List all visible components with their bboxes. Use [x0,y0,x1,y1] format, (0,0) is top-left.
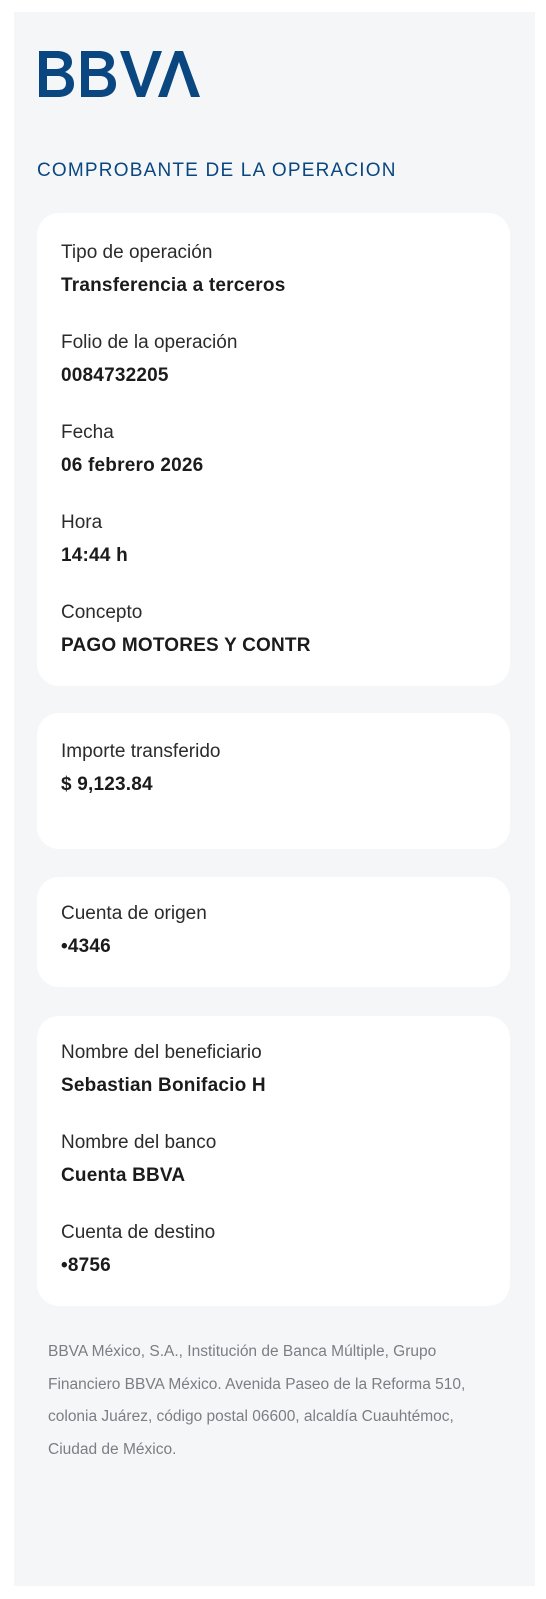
destination-account-value: •8756 [61,1255,111,1276]
destination-account-field: Cuenta de destino •8756 [61,1221,215,1278]
date-label: Fecha [61,422,114,443]
date-value: 06 febrero 2026 [61,455,204,476]
destination-account-label: Cuenta de destino [61,1222,216,1243]
bbva-logo [39,51,200,97]
time-field: Hora 14:44 h [61,511,128,568]
concept-label: Concepto [61,602,143,623]
amount-value: $ 9,123.84 [61,774,153,795]
beneficiary-name-label: Nombre del beneficiario [61,1042,262,1063]
origin-account-label: Cuenta de origen [61,903,207,924]
bank-name-label: Nombre del banco [61,1132,217,1153]
folio-field: Folio de la operación 0084732205 [61,331,237,388]
origin-account-field: Cuenta de origen •4346 [61,902,207,959]
origin-account-card: Cuenta de origen •4346 [37,877,510,987]
beneficiary-name-value: Sebastian Bonifacio H [61,1075,266,1096]
concept-value: PAGO MOTORES Y CONTR [61,635,311,656]
time-value: 14:44 h [61,545,128,566]
page-title: COMPROBANTE DE LA OPERACION [37,160,397,181]
legal-footer: BBVA México, S.A., Institución de Banca … [48,1343,466,1458]
operation-type-field: Tipo de operación Transferencia a tercer… [61,241,285,298]
beneficiary-card: Nombre del beneficiario Sebastian Bonifa… [37,1016,510,1306]
time-label: Hora [61,512,103,533]
bank-name-field: Nombre del banco Cuenta BBVA [61,1131,216,1188]
origin-account-value: •4346 [61,936,111,957]
date-field: Fecha 06 febrero 2026 [61,421,203,478]
amount-label: Importe transferido [61,741,221,762]
folio-value: 0084732205 [61,365,169,386]
amount-card: Importe transferido $ 9,123.84 [37,713,510,849]
folio-label: Folio de la operación [61,332,238,353]
amount-field: Importe transferido $ 9,123.84 [61,740,220,797]
beneficiary-name-field: Nombre del beneficiario Sebastian Bonifa… [61,1041,266,1098]
operation-details-card: Tipo de operación Transferencia a tercer… [37,213,510,686]
operation-type-label: Tipo de operación [61,242,213,263]
concept-field: Concepto PAGO MOTORES Y CONTR [61,601,311,658]
bank-name-value: Cuenta BBVA [61,1165,186,1186]
operation-type-value: Transferencia a terceros [61,275,286,296]
